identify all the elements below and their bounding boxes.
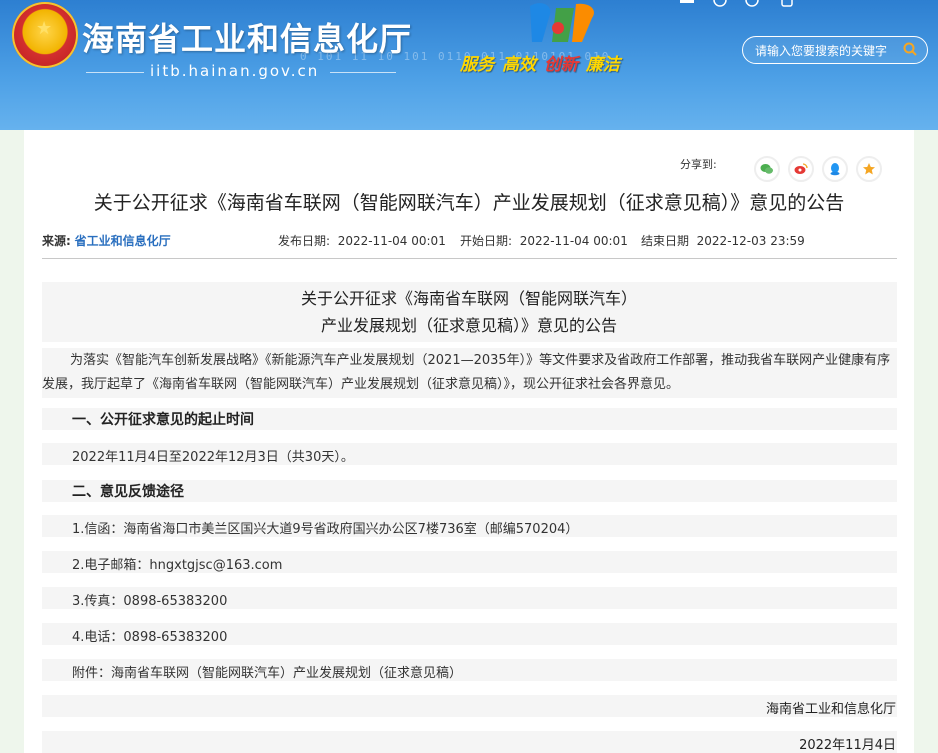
source-link[interactable]: 省工业和信息化厅 bbox=[75, 234, 171, 248]
national-emblem-icon: ★ bbox=[12, 2, 78, 68]
source-label: 来源: bbox=[42, 234, 71, 248]
slogan-service: 服务 bbox=[460, 55, 494, 75]
letter-text: 1.信函：海南省海口市美兰区国兴大道9号省政府国兴办公区7楼736室（邮编570… bbox=[72, 522, 579, 537]
slogan-efficiency: 高效 bbox=[502, 55, 536, 75]
end-date-value: 2022-12-03 23:59 bbox=[696, 234, 805, 248]
publish-date-label: 发布日期: bbox=[278, 234, 331, 248]
share-wechat-button[interactable] bbox=[754, 156, 780, 182]
signature-text: 海南省工业和信息化厅 bbox=[765, 702, 896, 717]
intro-paragraph: 为落实《智能汽车创新发展战略》《新能源汽车产业发展规划（2021—2035年）》… bbox=[42, 353, 891, 392]
article-page: 分享到: 关于公开征求《海南省车联网（智能网联汽车）产业发展规划（征求意见稿）》… bbox=[24, 130, 914, 753]
slogan: 服务 高效 创新 廉洁 bbox=[460, 50, 628, 75]
start-date-value: 2022-11-04 00:01 bbox=[519, 234, 628, 248]
wechat-icon bbox=[760, 164, 773, 174]
site-domain: iitb.hainan.gov.cn bbox=[150, 62, 320, 80]
share-weibo-button[interactable] bbox=[788, 156, 814, 182]
fax-text: 3.传真：0898-65383200 bbox=[72, 594, 228, 609]
site-header: 0 101 11 10 101 0110 011 0110101 010 ★ 海… bbox=[0, 0, 938, 130]
signature-date: 2022年11月4日 bbox=[799, 738, 896, 753]
email-text: 2.电子邮箱：hngxtgjsc@163.com bbox=[72, 558, 283, 573]
qq-icon bbox=[830, 163, 840, 176]
share-qq-button[interactable] bbox=[822, 156, 848, 182]
phone-text: 4.电话：0898-65383200 bbox=[72, 630, 228, 645]
publish-date-meta: 发布日期: 2022-11-04 00:01 bbox=[278, 232, 446, 249]
share-label: 分享到: bbox=[680, 158, 717, 171]
end-date-label: 结束日期 bbox=[641, 234, 690, 248]
site-title[interactable]: 海南省工业和信息化厅 bbox=[82, 14, 412, 60]
section-1-heading: 一、公开征求意见的起止时间 bbox=[72, 412, 254, 428]
article-title: 关于公开征求《海南省车联网（智能网联汽车）产业发展规划（征求意见稿）》意见的公告 bbox=[93, 192, 845, 214]
search-placeholder: 请输入您要搜索的关键字 bbox=[755, 44, 888, 58]
search-input[interactable]: 请输入您要搜索的关键字 bbox=[742, 36, 928, 64]
weibo-icon bbox=[794, 163, 808, 174]
top-toolbar-icons[interactable] bbox=[680, 0, 800, 8]
doc-title-line-2: 产业发展规划（征求意见稿）》意见的公告 bbox=[320, 316, 617, 335]
share-favorite-button[interactable] bbox=[856, 156, 882, 182]
end-date-meta: 结束日期 2022-12-03 23:59 bbox=[641, 232, 805, 249]
domain-divider-right bbox=[330, 72, 396, 73]
date-band bbox=[42, 731, 897, 753]
period-text: 2022年11月4日至2022年12月3日（共30天）。 bbox=[72, 450, 354, 465]
slogan-integrity: 廉洁 bbox=[586, 55, 620, 75]
favorite-icon bbox=[863, 163, 875, 175]
start-date-meta: 开始日期: 2022-11-04 00:01 bbox=[460, 232, 628, 249]
publish-date-value: 2022-11-04 00:01 bbox=[337, 234, 446, 248]
start-date-label: 开始日期: bbox=[460, 234, 513, 248]
attachment-link[interactable]: 附件：海南省车联网（智能网联汽车）产业发展规划（征求意见稿） bbox=[72, 662, 462, 681]
source-meta: 来源: 省工业和信息化厅 bbox=[42, 232, 171, 249]
section-2-heading: 二、意见反馈途径 bbox=[72, 484, 184, 500]
doc-title-line-1: 关于公开征求《海南省车联网（智能网联汽车） bbox=[300, 289, 637, 308]
meta-divider bbox=[42, 258, 897, 259]
domain-divider-left bbox=[86, 72, 144, 73]
search-icon[interactable] bbox=[903, 42, 917, 56]
department-logo-icon bbox=[530, 3, 595, 43]
slogan-innovation: 创新 bbox=[544, 55, 578, 75]
